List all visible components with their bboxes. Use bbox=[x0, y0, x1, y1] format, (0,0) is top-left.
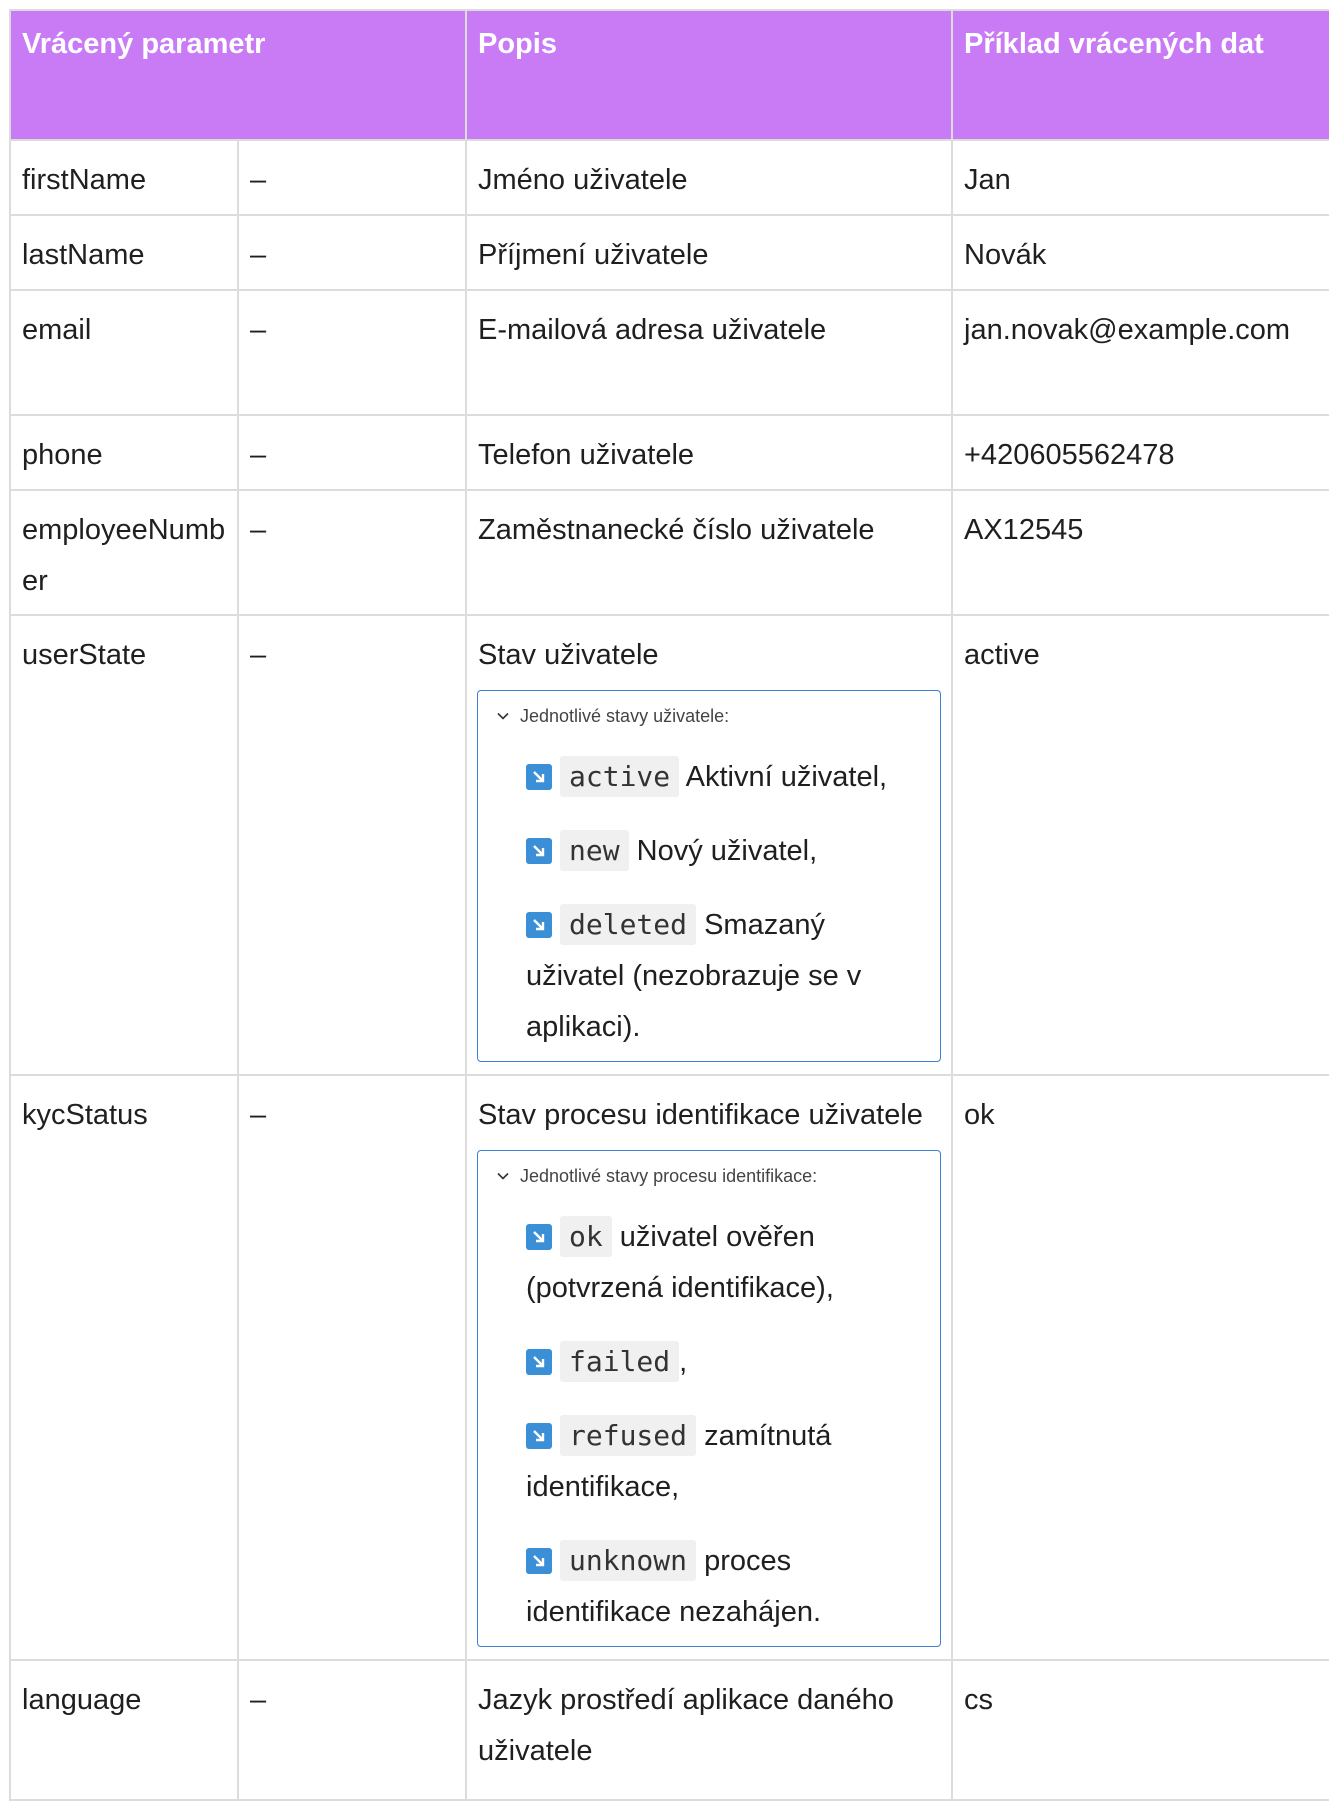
table-row: firstName – Jméno uživatele Jan bbox=[9, 139, 1329, 216]
arrow-down-right-icon bbox=[526, 1423, 552, 1449]
param-description: Jméno uživatele bbox=[465, 139, 953, 216]
param-name: userState bbox=[9, 614, 239, 1076]
param-example: cs bbox=[951, 1659, 1329, 1801]
state-code: failed bbox=[560, 1341, 680, 1382]
arrow-down-right-icon bbox=[526, 1224, 552, 1250]
table-row: userState – Stav uživatele Jednotlivé st… bbox=[9, 614, 1329, 1076]
param-name: firstName bbox=[9, 139, 239, 216]
arrow-down-right-icon bbox=[526, 838, 552, 864]
list-item: deleted Smazaný uživatel (nezobrazuje se… bbox=[526, 899, 924, 1053]
param-example: Jan bbox=[951, 139, 1329, 216]
state-list: active Aktivní uživatel, new Nový uživat… bbox=[496, 751, 924, 1053]
state-code: deleted bbox=[560, 904, 697, 945]
list-item: failed, bbox=[526, 1336, 924, 1388]
parameters-table: Vrácený parametr Popis Příklad vrácených… bbox=[9, 9, 1329, 1801]
param-type: – bbox=[237, 414, 467, 491]
param-description: E-mailová adresa uživatele bbox=[465, 289, 953, 416]
param-example: AX12545 bbox=[951, 489, 1329, 616]
param-description: Stav procesu identifikace uživatele Jedn… bbox=[465, 1074, 953, 1661]
header-description: Popis bbox=[465, 9, 953, 141]
table-header-row: Vrácený parametr Popis Příklad vrácených… bbox=[9, 9, 1329, 141]
param-example: Novák bbox=[951, 214, 1329, 291]
param-type: – bbox=[237, 139, 467, 216]
param-name: employeeNumber bbox=[9, 489, 239, 616]
param-description: Jazyk prostředí aplikace daného uživatel… bbox=[465, 1659, 953, 1801]
param-description: Příjmení uživatele bbox=[465, 214, 953, 291]
state-code: refused bbox=[560, 1415, 697, 1456]
description-text: Stav procesu identifikace uživatele bbox=[478, 1099, 923, 1131]
param-description: Zaměstnanecké číslo uživatele bbox=[465, 489, 953, 616]
param-name: phone bbox=[9, 414, 239, 491]
description-text: Stav uživatele bbox=[478, 639, 659, 671]
state-text: Aktivní uživatel, bbox=[685, 761, 888, 793]
param-description: Stav uživatele Jednotlivé stavy uživatel… bbox=[465, 614, 953, 1076]
state-code: active bbox=[560, 756, 680, 797]
kyc-states-expand: Jednotlivé stavy procesu identifikace: o… bbox=[477, 1150, 941, 1647]
table-row: employeeNumber – Zaměstnanecké číslo uži… bbox=[9, 489, 1329, 616]
state-code: new bbox=[560, 830, 629, 871]
expand-toggle[interactable]: Jednotlivé stavy uživatele: bbox=[496, 703, 924, 729]
expand-summary-label: Jednotlivé stavy uživatele: bbox=[520, 706, 730, 726]
table-row: email – E-mailová adresa uživatele jan.n… bbox=[9, 289, 1329, 416]
param-description: Telefon uživatele bbox=[465, 414, 953, 491]
arrow-down-right-icon bbox=[526, 1349, 552, 1375]
param-example: ok bbox=[951, 1074, 1329, 1661]
table-row: kycStatus – Stav procesu identifikace už… bbox=[9, 1074, 1329, 1661]
param-type: – bbox=[237, 214, 467, 291]
param-example: +420605562478 bbox=[951, 414, 1329, 491]
arrow-down-right-icon bbox=[526, 912, 552, 938]
param-type: – bbox=[237, 1659, 467, 1801]
chevron-down-icon bbox=[497, 712, 509, 720]
table-row: lastName – Příjmení uživatele Novák bbox=[9, 214, 1329, 291]
user-states-expand: Jednotlivé stavy uživatele: active Aktiv… bbox=[477, 690, 941, 1062]
param-type: – bbox=[237, 289, 467, 416]
list-item: ok uživatel ověřen (potvrzená identifika… bbox=[526, 1211, 924, 1314]
list-item: unknown proces identifikace nezahájen. bbox=[526, 1535, 924, 1638]
state-code: unknown bbox=[560, 1540, 697, 1581]
header-param: Vrácený parametr bbox=[9, 9, 467, 141]
param-name: language bbox=[9, 1659, 239, 1801]
list-item: active Aktivní uživatel, bbox=[526, 751, 924, 803]
arrow-down-right-icon bbox=[526, 764, 552, 790]
param-name: email bbox=[9, 289, 239, 416]
expand-toggle[interactable]: Jednotlivé stavy procesu identifikace: bbox=[496, 1163, 924, 1189]
list-item: refused zamítnutá identifikace, bbox=[526, 1410, 924, 1513]
state-code: ok bbox=[560, 1216, 612, 1257]
param-name: kycStatus bbox=[9, 1074, 239, 1661]
chevron-down-icon bbox=[497, 1172, 509, 1180]
param-type: – bbox=[237, 489, 467, 616]
table-row: phone – Telefon uživatele +420605562478 bbox=[9, 414, 1329, 491]
param-type: – bbox=[237, 614, 467, 1076]
table-row: language – Jazyk prostředí aplikace dané… bbox=[9, 1659, 1329, 1801]
param-example: jan.novak@example.com bbox=[951, 289, 1329, 416]
param-type: – bbox=[237, 1074, 467, 1661]
header-example: Příklad vrácených dat bbox=[951, 9, 1329, 141]
arrow-down-right-icon bbox=[526, 1548, 552, 1574]
param-example: active bbox=[951, 614, 1329, 1076]
expand-summary-label: Jednotlivé stavy procesu identifikace: bbox=[520, 1166, 818, 1186]
state-text: Nový uživatel, bbox=[636, 835, 818, 867]
state-text: , bbox=[679, 1346, 688, 1378]
state-list: ok uživatel ověřen (potvrzená identifika… bbox=[496, 1211, 924, 1638]
list-item: new Nový uživatel, bbox=[526, 825, 924, 877]
param-name: lastName bbox=[9, 214, 239, 291]
